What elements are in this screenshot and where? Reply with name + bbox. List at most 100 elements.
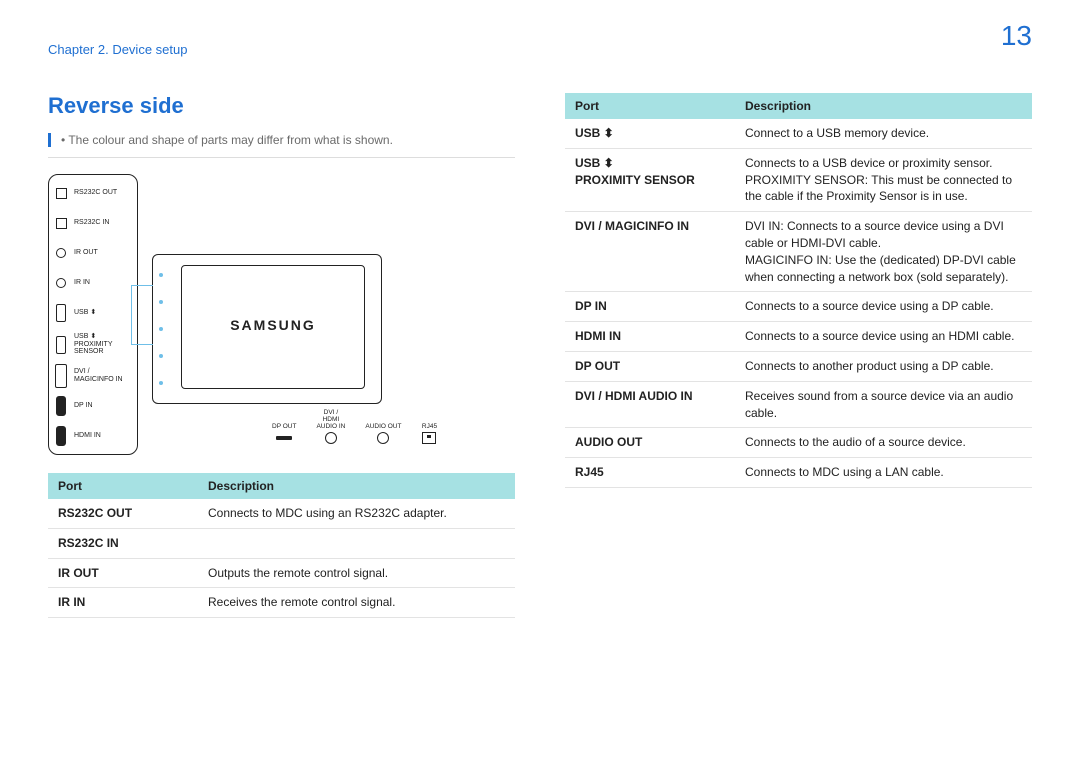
port-name-cell: IR OUT — [48, 558, 198, 588]
port-desc-cell: Receives sound from a source device via … — [735, 381, 1032, 428]
content-columns: Reverse side The colour and shape of par… — [48, 93, 1032, 618]
side-port-item: RS232C OUT — [54, 183, 132, 203]
table-row: DP OUTConnects to another product using … — [565, 351, 1032, 381]
note-text: The colour and shape of parts may differ… — [61, 133, 393, 147]
port-desc-cell: Receives the remote control signal. — [198, 588, 515, 618]
port-name-cell: HDMI IN — [565, 322, 735, 352]
side-port-item: IR IN — [54, 273, 132, 293]
device-inner: SAMSUNG — [181, 265, 365, 389]
ci-port-icon — [54, 273, 68, 293]
side-port-label: USB ⬍ — [74, 309, 96, 317]
side-port-item: USB ⬍ PROXIMITY SENSOR — [54, 333, 132, 356]
bottom-port-item: RJ45 — [421, 424, 437, 444]
port-name-cell: USB ⬍PROXIMITY SENSOR — [565, 148, 735, 211]
side-port-label: RS232C OUT — [74, 189, 117, 197]
table-row: USB ⬍PROXIMITY SENSORConnects to a USB d… — [565, 148, 1032, 211]
left-port-table: Port Description RS232C OUTConnects to M… — [48, 473, 515, 618]
note-block: The colour and shape of parts may differ… — [48, 133, 515, 158]
sq-port-icon — [54, 213, 68, 233]
port-name-cell: DVI / MAGICINFO IN — [565, 212, 735, 292]
bottom-port-label: AUDIO OUT — [365, 424, 401, 431]
table-header-port: Port — [565, 93, 735, 119]
port-desc-cell: Connects to the audio of a source device… — [735, 428, 1032, 458]
rj-port-icon — [421, 433, 437, 443]
port-name-cell: AUDIO OUT — [565, 428, 735, 458]
page-number: 13 — [1001, 20, 1032, 52]
device-side-dots — [159, 273, 173, 385]
port-desc-cell: Connects to a source device using an HDM… — [735, 322, 1032, 352]
side-port-item: RS232C IN — [54, 213, 132, 233]
side-port-item: USB ⬍ — [54, 303, 132, 323]
port-desc-cell: Connect to a USB memory device. — [735, 119, 1032, 148]
chapter-title: Chapter 2. Device setup — [48, 42, 187, 57]
bottom-port-item: DVI / HDMI AUDIO IN — [316, 410, 345, 443]
table-row: IR OUTOutputs the remote control signal. — [48, 558, 515, 588]
port-desc-cell: Connects to another product using a DP c… — [735, 351, 1032, 381]
dvi-port-icon — [54, 366, 68, 386]
table-header-port: Port — [48, 473, 198, 499]
bottom-port-item: DP OUT — [272, 424, 296, 444]
bar-port-icon — [54, 426, 68, 446]
sq-port-icon — [54, 183, 68, 203]
table-header-description: Description — [735, 93, 1032, 119]
ring-port-icon — [323, 433, 339, 443]
bottom-port-label: RJ45 — [422, 424, 437, 431]
port-name-cell: DVI / HDMI AUDIO IN — [565, 381, 735, 428]
right-column: Port Description USB ⬍Connect to a USB m… — [565, 93, 1032, 618]
table-row: RJ45Connects to MDC using a LAN cable. — [565, 458, 1032, 488]
diagram-row: RS232C OUT RS232C IN IR OUT IR IN USB ⬍ USB ⬍… — [48, 174, 515, 455]
side-port-label: HDMI IN — [74, 432, 101, 440]
side-port-item: IR OUT — [54, 243, 132, 263]
table-row: AUDIO OUTConnects to the audio of a sour… — [565, 428, 1032, 458]
ring-port-icon — [375, 433, 391, 443]
table-row: RS232C IN — [48, 528, 515, 558]
bottom-port-label: DVI / HDMI AUDIO IN — [316, 410, 345, 430]
port-desc-cell: DVI IN: Connects to a source device usin… — [735, 212, 1032, 292]
port-desc-cell: Outputs the remote control signal. — [198, 558, 515, 588]
table-header-description: Description — [198, 473, 515, 499]
device-brand: SAMSUNG — [182, 317, 364, 333]
bottom-port-item: AUDIO OUT — [365, 424, 401, 444]
device-lead-line — [131, 285, 153, 345]
side-port-label: DVI / MAGICINFO IN — [74, 368, 123, 383]
port-name-cell: RJ45 — [565, 458, 735, 488]
table-row: HDMI INConnects to a source device using… — [565, 322, 1032, 352]
table-row: DVI / MAGICINFO INDVI IN: Connects to a … — [565, 212, 1032, 292]
side-port-item: DP IN — [54, 396, 132, 416]
device-illustration: SAMSUNG — [152, 254, 382, 404]
bar-port-icon — [54, 396, 68, 416]
port-desc-cell: Connects to MDC using an RS232C adapter. — [198, 499, 515, 528]
table-row: DP INConnects to a source device using a… — [565, 292, 1032, 322]
port-name-cell: RS232C OUT — [48, 499, 198, 528]
port-name-cell: RS232C IN — [48, 528, 198, 558]
table-row: RS232C OUTConnects to MDC using an RS232… — [48, 499, 515, 528]
usb-port-icon — [54, 303, 68, 323]
port-desc-cell: Connects to a source device using a DP c… — [735, 292, 1032, 322]
side-port-label: USB ⬍ PROXIMITY SENSOR — [74, 333, 113, 356]
table-row: IR INReceives the remote control signal. — [48, 588, 515, 618]
note-accent-bar — [48, 133, 51, 147]
side-port-panel: RS232C OUT RS232C IN IR OUT IR IN USB ⬍ USB ⬍… — [48, 174, 138, 455]
page-header: Chapter 2. Device setup 13 — [48, 42, 1032, 57]
port-name-cell: IR IN — [48, 588, 198, 618]
port-name-cell: DP IN — [565, 292, 735, 322]
port-name-cell: DP OUT — [565, 351, 735, 381]
port-desc-cell — [198, 528, 515, 558]
side-port-label: DP IN — [74, 402, 93, 410]
side-port-label: RS232C IN — [74, 219, 109, 227]
side-port-label: IR IN — [74, 279, 90, 287]
side-port-label: IR OUT — [74, 249, 98, 257]
left-column: Reverse side The colour and shape of par… — [48, 93, 515, 618]
side-port-item: HDMI IN — [54, 426, 132, 446]
port-desc-cell: Connects to a USB device or proximity se… — [735, 148, 1032, 211]
bottom-port-row: DP OUT DVI / HDMI AUDIO IN AUDIO OUT RJ45 — [272, 410, 437, 443]
slot-port-icon — [276, 433, 292, 443]
ci-port-icon — [54, 243, 68, 263]
section-title: Reverse side — [48, 93, 515, 119]
right-port-table: Port Description USB ⬍Connect to a USB m… — [565, 93, 1032, 488]
usb-port-icon — [54, 335, 68, 355]
port-desc-cell: Connects to MDC using a LAN cable. — [735, 458, 1032, 488]
page: Chapter 2. Device setup 13 Reverse side … — [0, 0, 1080, 763]
bottom-port-label: DP OUT — [272, 424, 296, 431]
device-wrap: SAMSUNG DP OUT DVI / HDMI AUDIO IN AUDIO O… — [152, 174, 437, 443]
